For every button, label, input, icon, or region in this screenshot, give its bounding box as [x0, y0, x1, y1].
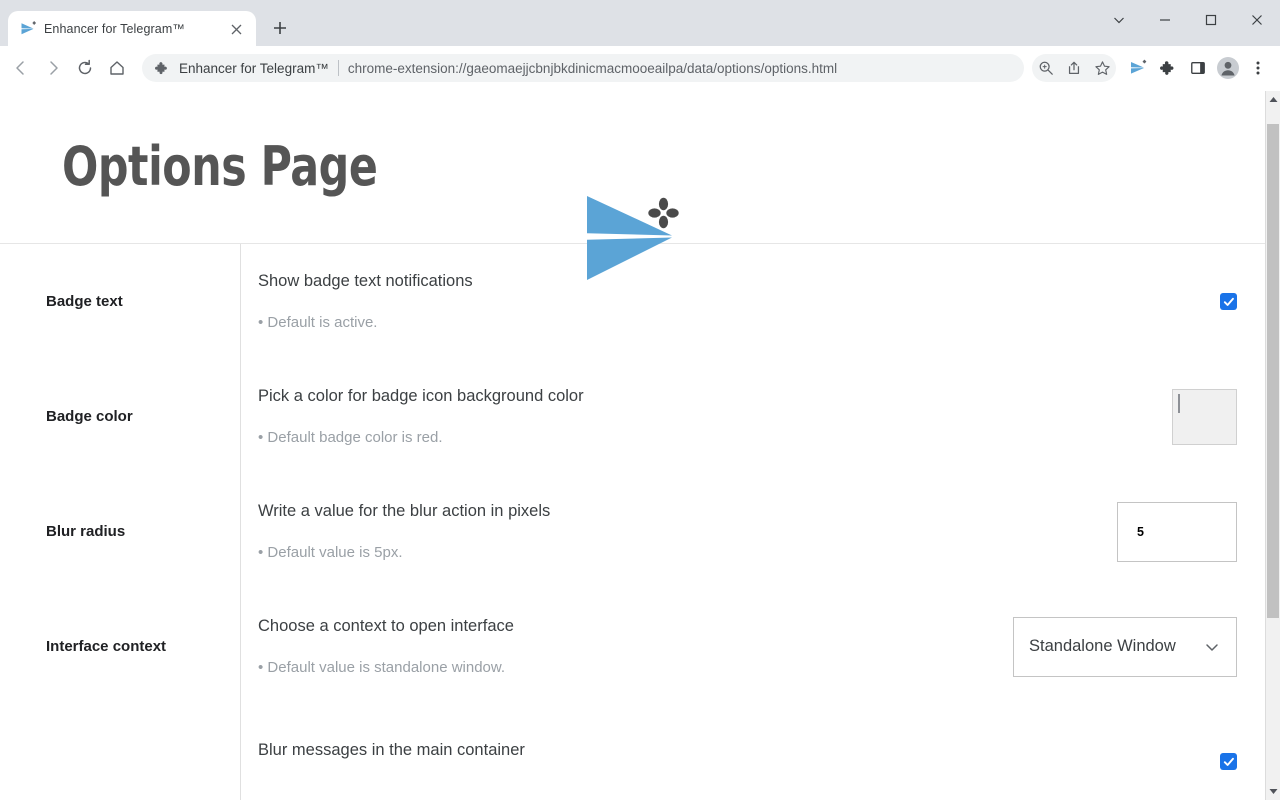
setting-control-cell	[965, 293, 1265, 310]
setting-texts: Blur messages in the main container	[258, 740, 965, 784]
badge-color-picker[interactable]	[1172, 389, 1237, 445]
setting-texts: Choose a context to open interface • Def…	[258, 616, 965, 678]
tab-title: Enhancer for Telegram™	[44, 22, 218, 36]
arrow-left-icon	[12, 59, 30, 77]
omnibox-actions-group	[1032, 54, 1116, 82]
blur-radius-input[interactable]: 5	[1117, 502, 1237, 562]
zoom-icon[interactable]	[1032, 54, 1060, 82]
telegram-plane-sparkle-logo	[583, 192, 683, 284]
toolbar-icons	[1032, 54, 1272, 82]
checkmark-icon	[1223, 756, 1235, 768]
setting-row-blur-messages: Blur messages in the main container	[0, 704, 1265, 800]
setting-row-badge-color: Badge color Pick a color for badge icon …	[0, 359, 1265, 474]
setting-hint: • Default badge color is red.	[258, 429, 965, 447]
tab-search-button[interactable]	[1096, 4, 1142, 36]
puzzle-piece-icon	[155, 61, 170, 76]
settings-list: Badge text Show badge text notifications…	[0, 244, 1265, 800]
setting-hint: • Default value is 5px.	[258, 544, 965, 562]
scroll-down-button[interactable]	[1266, 783, 1280, 800]
back-button[interactable]	[6, 53, 36, 83]
setting-body: Show badge text notifications • Default …	[240, 244, 1265, 359]
blur-messages-checkbox[interactable]	[1220, 753, 1237, 770]
setting-label-cell: Badge text	[0, 244, 240, 359]
close-icon	[1251, 14, 1263, 26]
setting-body: Pick a color for badge icon background c…	[240, 359, 1265, 474]
browser-window: Enhancer for Telegram™	[0, 0, 1280, 800]
setting-row-blur-radius: Blur radius Write a value for the blur a…	[0, 474, 1265, 589]
setting-label: Interface context	[46, 637, 166, 657]
profile-avatar-icon[interactable]	[1214, 54, 1242, 82]
scroll-up-button[interactable]	[1266, 91, 1280, 108]
select-selected-value: Standalone Window	[1029, 637, 1176, 656]
home-icon	[108, 59, 126, 77]
setting-hint: • Default is active.	[258, 314, 965, 332]
omnibox-extension-name: Enhancer for Telegram™	[179, 61, 329, 76]
window-controls	[1096, 0, 1280, 40]
setting-hint: • Default value is standalone window.	[258, 659, 965, 677]
setting-body: Choose a context to open interface • Def…	[240, 589, 1265, 704]
omnibox-divider	[338, 60, 339, 76]
setting-label: Badge color	[46, 407, 133, 427]
setting-control-cell	[965, 753, 1265, 770]
setting-description: Blur messages in the main container	[258, 740, 965, 761]
browser-menu-icon[interactable]	[1244, 54, 1272, 82]
badge-text-checkbox[interactable]	[1220, 293, 1237, 310]
home-button[interactable]	[102, 53, 132, 83]
setting-label-cell: Badge color	[0, 359, 240, 474]
minimize-button[interactable]	[1142, 4, 1188, 36]
new-tab-button[interactable]	[266, 14, 294, 42]
setting-label-cell	[0, 704, 240, 800]
tab-strip: Enhancer for Telegram™	[0, 0, 1280, 46]
minimize-icon	[1159, 14, 1171, 26]
setting-description: Write a value for the blur action in pix…	[258, 501, 965, 522]
telegram-extension-icon[interactable]	[1124, 54, 1152, 82]
arrow-right-icon	[44, 59, 62, 77]
scrollbar-thumb[interactable]	[1267, 124, 1279, 618]
setting-control-cell	[965, 389, 1265, 445]
forward-button[interactable]	[38, 53, 68, 83]
setting-body: Blur messages in the main container	[240, 704, 1265, 800]
setting-label-cell: Blur radius	[0, 474, 240, 589]
setting-description: Choose a context to open interface	[258, 616, 965, 637]
chevron-down-icon	[1204, 639, 1220, 655]
setting-body: Write a value for the blur action in pix…	[240, 474, 1265, 589]
omnibox-url: chrome-extension://gaeomaejjcbnjbkdinicm…	[348, 61, 837, 76]
page-scrollbar[interactable]	[1265, 91, 1280, 800]
setting-description: Pick a color for badge icon background c…	[258, 386, 965, 407]
address-bar[interactable]: Enhancer for Telegram™ chrome-extension:…	[142, 54, 1024, 82]
extensions-puzzle-icon[interactable]	[1154, 54, 1182, 82]
reload-icon	[76, 59, 94, 77]
bookmark-star-icon[interactable]	[1088, 54, 1116, 82]
browser-tab[interactable]: Enhancer for Telegram™	[8, 11, 256, 47]
setting-label: Badge text	[46, 292, 123, 312]
tab-close-icon[interactable]	[226, 19, 246, 39]
setting-texts: Pick a color for badge icon background c…	[258, 386, 965, 448]
maximize-button[interactable]	[1188, 4, 1234, 36]
caret-down-icon	[1269, 788, 1278, 795]
page-viewport: Options Page Badge text	[0, 90, 1280, 800]
maximize-icon	[1205, 14, 1217, 26]
browser-toolbar: Enhancer for Telegram™ chrome-extension:…	[0, 46, 1280, 90]
caret-up-icon	[1269, 96, 1278, 103]
options-page: Options Page Badge text	[0, 91, 1265, 800]
badge-color-swatch	[1178, 394, 1180, 413]
setting-row-interface-context: Interface context Choose a context to op…	[0, 589, 1265, 704]
setting-texts: Write a value for the blur action in pix…	[258, 501, 965, 563]
side-panel-icon[interactable]	[1184, 54, 1212, 82]
page-title: Options Page	[62, 140, 377, 194]
setting-label: Blur radius	[46, 522, 125, 542]
telegram-plane-icon	[20, 21, 36, 37]
plus-icon	[273, 21, 287, 35]
chevron-down-icon	[1113, 14, 1125, 26]
share-icon[interactable]	[1060, 54, 1088, 82]
page-header: Options Page	[0, 91, 1265, 244]
setting-control-cell: Standalone Window	[965, 617, 1265, 677]
checkmark-icon	[1223, 296, 1235, 308]
interface-context-select[interactable]: Standalone Window	[1013, 617, 1237, 677]
setting-control-cell: 5	[965, 502, 1265, 562]
setting-label-cell: Interface context	[0, 589, 240, 704]
reload-button[interactable]	[70, 53, 100, 83]
close-window-button[interactable]	[1234, 4, 1280, 36]
